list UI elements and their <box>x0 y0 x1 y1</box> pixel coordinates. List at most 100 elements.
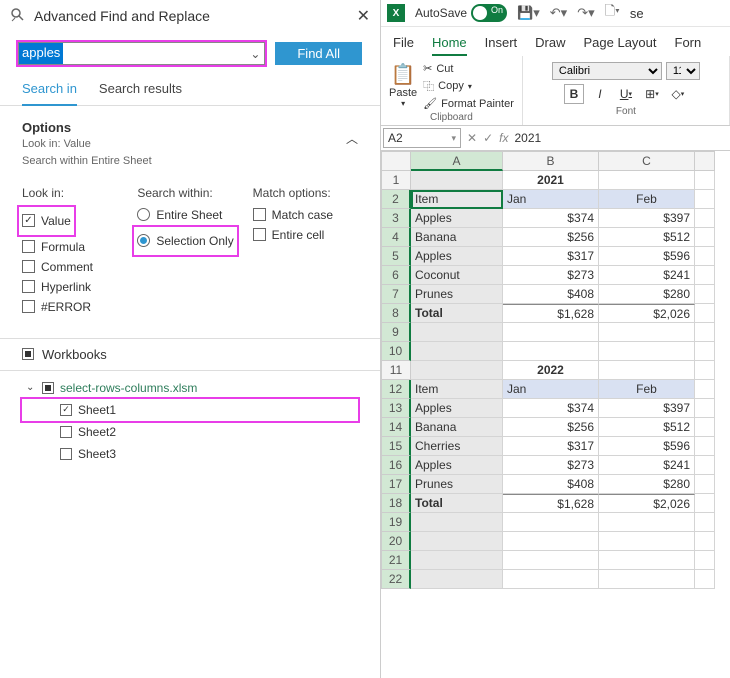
options-body: Look in: Value Formula Comment Hyperlink… <box>0 176 380 338</box>
col-header-b[interactable]: B <box>503 151 599 171</box>
paste-button[interactable]: 📋 Paste ▾ <box>389 62 417 110</box>
save-icon[interactable]: 💾▾ <box>517 5 540 21</box>
font-label: Font <box>616 106 636 117</box>
font-size-select[interactable]: 11 <box>666 62 700 80</box>
match-column: Match options: Match case Entire cell <box>253 186 358 320</box>
row-header[interactable]: 1 <box>381 171 411 190</box>
col-header-d[interactable] <box>695 151 715 171</box>
tab-search-in[interactable]: Search in <box>22 75 77 106</box>
search-within-column: Search within: Entire Sheet Selection On… <box>137 186 242 320</box>
options-header[interactable]: Options Look in: Value Search within Ent… <box>0 106 380 176</box>
fx-icon[interactable]: fx <box>499 131 508 145</box>
formula-bar-row: A2▾ ✕ ✓ fx 2021 <box>381 126 730 151</box>
sheet2-checkbox[interactable] <box>60 426 72 438</box>
sheet1-checkbox[interactable] <box>60 404 72 416</box>
italic-button[interactable]: I <box>590 84 610 104</box>
search-selected-text: apples <box>19 43 63 64</box>
chk-error[interactable]: #ERROR <box>22 300 127 314</box>
scissors-icon: ✂ <box>423 62 432 75</box>
expand-icon[interactable]: ⌄ <box>26 382 36 393</box>
options-sub1: Look in: Value <box>22 137 358 152</box>
border-button[interactable]: ⊞▾ <box>642 84 662 104</box>
excel-icon: X <box>387 4 405 22</box>
tree-sheet3[interactable]: Sheet3 <box>22 443 358 465</box>
ribbon-tabs: File Home Insert Draw Page Layout Forn <box>381 27 730 56</box>
chk-comment[interactable]: Comment <box>22 260 127 274</box>
ribbon: 📋 Paste ▾ ✂Cut ⿻Copy▾ 🖌Format Painter Cl… <box>381 56 730 126</box>
chk-entire-cell[interactable]: Entire cell <box>253 228 358 242</box>
tab-insert[interactable]: Insert <box>485 31 518 56</box>
formula-value[interactable]: 2021 <box>514 131 541 145</box>
look-in-label: Look in: <box>22 186 127 200</box>
name-box[interactable]: A2▾ <box>383 128 461 148</box>
find-icon <box>10 7 26 26</box>
tree-sheet1[interactable]: Sheet1 <box>22 399 358 421</box>
excel-pane: X AutoSave On 💾▾ ↶▾ ↷▾ 🗋▾ se File Home I… <box>381 0 730 678</box>
fill-color-button[interactable]: ◇▾ <box>668 84 688 104</box>
col-header-a[interactable]: A <box>411 151 503 171</box>
bold-button[interactable]: B <box>564 84 584 104</box>
find-all-button[interactable]: Find All <box>275 42 362 65</box>
look-in-column: Look in: Value Formula Comment Hyperlink… <box>22 186 127 320</box>
clipboard-group: 📋 Paste ▾ ✂Cut ⿻Copy▾ 🖌Format Painter Cl… <box>381 56 523 125</box>
quick-access-toolbar: X AutoSave On 💾▾ ↶▾ ↷▾ 🗋▾ se <box>381 0 730 27</box>
file-checkbox-icon <box>42 382 54 394</box>
collapse-icon[interactable]: ︿ <box>346 130 358 147</box>
search-input-wrapper[interactable]: apples ⌄ <box>18 42 265 65</box>
rad-entire-sheet[interactable]: Entire Sheet <box>137 208 242 222</box>
tab-draw[interactable]: Draw <box>535 31 565 56</box>
autosave-toggle[interactable]: AutoSave On <box>415 4 507 22</box>
col-header-c[interactable]: C <box>599 151 695 171</box>
workbook-tree: ⌄ select-rows-columns.xlsm Sheet1 Sheet2… <box>0 371 380 485</box>
cut-button[interactable]: ✂Cut <box>423 62 514 75</box>
tree-file[interactable]: ⌄ select-rows-columns.xlsm <box>22 377 358 399</box>
toggle-on-icon: On <box>471 4 507 22</box>
tab-search-results[interactable]: Search results <box>99 75 182 105</box>
dialog-title: Advanced Find and Replace <box>34 8 357 24</box>
tree-sheet2[interactable]: Sheet2 <box>22 421 358 443</box>
paste-icon: 📋 <box>391 62 416 87</box>
clipboard-label: Clipboard <box>430 112 473 123</box>
search-row: apples ⌄ Find All <box>0 32 380 75</box>
tab-home[interactable]: Home <box>432 31 467 56</box>
copy-button[interactable]: ⿻Copy▾ <box>423 78 514 94</box>
tab-file[interactable]: File <box>393 31 414 56</box>
search-dropdown-icon[interactable]: ⌄ <box>246 43 264 64</box>
find-replace-pane: Advanced Find and Replace ✕ apples ⌄ Fin… <box>0 0 381 678</box>
search-fragment: se <box>630 6 644 21</box>
spreadsheet-grid[interactable]: A B C 12021 2ItemJanFeb 3Apples$374$397 … <box>381 151 730 589</box>
workbooks-heading: Workbooks <box>42 347 107 362</box>
close-button[interactable]: ✕ <box>357 6 370 26</box>
copy-icon: ⿻ <box>423 78 434 94</box>
match-label: Match options: <box>253 186 358 200</box>
font-name-select[interactable]: Calibri <box>552 62 662 80</box>
chevron-down-icon: ▾ <box>401 99 405 108</box>
sheet3-checkbox[interactable] <box>60 448 72 460</box>
chevron-down-icon: ▾ <box>451 133 456 144</box>
new-icon[interactable]: 🗋▾ <box>605 2 620 24</box>
tab-page-layout[interactable]: Page Layout <box>584 31 657 56</box>
tab-formulas[interactable]: Forn <box>675 31 702 56</box>
underline-button[interactable]: U▾ <box>616 84 636 104</box>
chk-value[interactable]: Value <box>22 214 71 228</box>
select-all-corner[interactable] <box>381 151 411 171</box>
redo-icon[interactable]: ↷▾ <box>577 5 594 21</box>
year1-cell[interactable]: 2021 <box>503 171 599 190</box>
cell-a2[interactable]: Item <box>411 190 503 209</box>
workbooks-header[interactable]: Workbooks <box>0 338 380 371</box>
row-header[interactable]: 2 <box>381 190 411 209</box>
options-heading: Options <box>22 120 358 135</box>
options-sub2: Search within Entire Sheet <box>22 154 358 169</box>
rad-selection-only[interactable]: Selection Only <box>137 234 233 248</box>
undo-icon[interactable]: ↶▾ <box>550 5 567 21</box>
chk-formula[interactable]: Formula <box>22 240 127 254</box>
chk-match-case[interactable]: Match case <box>253 208 358 222</box>
cancel-icon[interactable]: ✕ <box>467 131 477 145</box>
workbooks-checkbox-icon <box>22 348 34 360</box>
search-input[interactable] <box>63 43 246 64</box>
chk-hyperlink[interactable]: Hyperlink <box>22 280 127 294</box>
font-group: Calibri 11 B I U▾ ⊞▾ ◇▾ Font <box>523 56 730 125</box>
format-painter-button[interactable]: 🖌Format Painter <box>423 97 514 110</box>
brush-icon: 🖌 <box>423 97 437 110</box>
enter-icon[interactable]: ✓ <box>483 131 493 145</box>
